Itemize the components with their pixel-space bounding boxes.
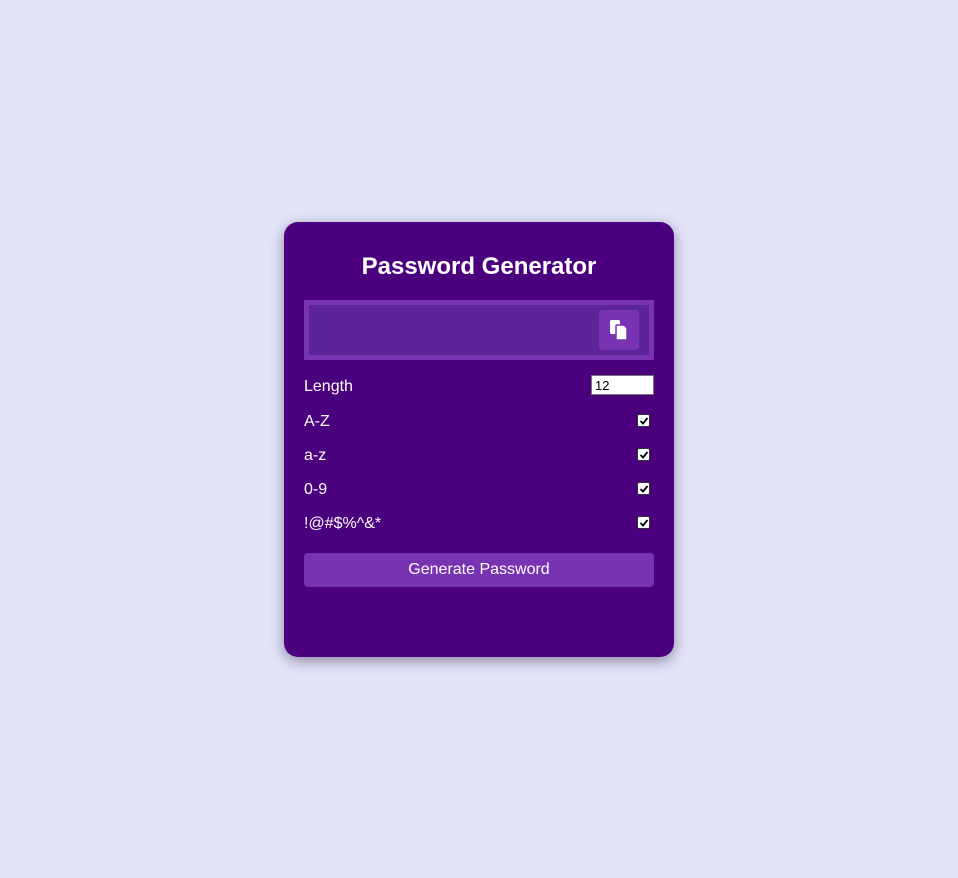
numbers-label: 0-9 xyxy=(304,481,328,498)
password-generator-card: Password Generator Length A-Z a-z 0-9 xyxy=(284,222,674,657)
uppercase-checkbox[interactable] xyxy=(637,414,650,427)
numbers-checkbox[interactable] xyxy=(637,482,650,495)
page-title: Password Generator xyxy=(361,253,597,280)
result-container xyxy=(304,300,654,360)
lowercase-label: a-z xyxy=(304,447,327,464)
checkmark-icon xyxy=(639,484,648,493)
checkmark-icon xyxy=(639,416,648,425)
generate-password-button[interactable]: Generate Password xyxy=(304,553,654,587)
uppercase-label: A-Z xyxy=(304,413,330,430)
copy-button[interactable] xyxy=(599,310,639,350)
lowercase-setting: a-z xyxy=(304,444,654,468)
clipboard-icon xyxy=(610,320,628,341)
length-setting: Length xyxy=(304,375,654,399)
symbols-label: !@#$%^&* xyxy=(304,515,382,532)
uppercase-setting: A-Z xyxy=(304,410,654,434)
symbols-checkbox[interactable] xyxy=(637,516,650,529)
length-label: Length xyxy=(304,378,353,395)
length-input[interactable] xyxy=(591,375,654,395)
symbols-setting: !@#$%^&* xyxy=(304,512,654,536)
numbers-setting: 0-9 xyxy=(304,478,654,502)
checkmark-icon xyxy=(639,518,648,527)
lowercase-checkbox[interactable] xyxy=(637,448,650,461)
checkmark-icon xyxy=(639,450,648,459)
